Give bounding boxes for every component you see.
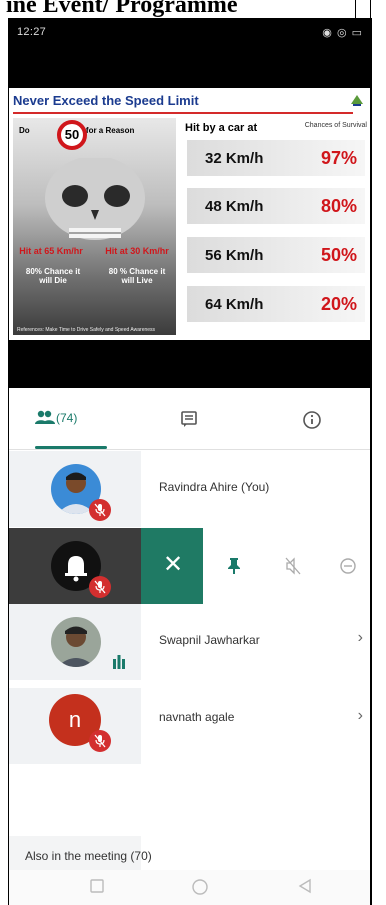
back-icon[interactable] (297, 878, 313, 894)
status-bar: 12:27 ◉ ◎ ▭ (9, 18, 371, 73)
participant-row[interactable]: Swapnil Jawharkar › (9, 604, 371, 680)
document-header-text: ine Event/ Programme (6, 0, 238, 18)
tab-people[interactable]: (74) (9, 388, 130, 450)
muted-badge (89, 576, 111, 598)
speed-value: 48 Km/h (205, 198, 264, 215)
screenshot-frame: ine Event/ Programme 12:27 ◉ ◎ ▭ Never E… (0, 0, 386, 905)
poster-top-left: Do (19, 126, 30, 135)
survival-value: 20% (320, 294, 357, 314)
poster-right-red-text: Hit at 30 Km/hr (105, 246, 169, 256)
tab-chat[interactable] (130, 388, 251, 450)
participant-name: Swapnil Jawharkar (159, 633, 260, 647)
document-rule (370, 0, 371, 905)
active-tab-indicator (35, 446, 107, 449)
close-icon[interactable]: ✕ (163, 550, 183, 579)
survival-value: 80% (320, 196, 357, 216)
speed-value: 64 Km/h (205, 296, 264, 313)
android-nav-bar (9, 870, 371, 905)
slide-title: Never Exceed the Speed Limit (13, 93, 199, 108)
speed-value: 56 Km/h (205, 247, 264, 264)
survival-value: 50% (320, 245, 357, 265)
speed-row: 56 Km/h 50% (187, 237, 365, 273)
mic-off-icon (94, 734, 106, 748)
remove-participant-icon[interactable] (339, 557, 357, 575)
participant-name: navnath agale (159, 710, 235, 724)
mic-off-icon (94, 580, 106, 594)
mic-off-icon (94, 503, 106, 517)
speed-poster: Do for a Reason 50 Hit at 65 Km/hr Hit a… (13, 118, 176, 335)
home-icon[interactable] (191, 878, 209, 896)
slide-title-underline (13, 112, 353, 114)
panel-tabs: (74) (9, 388, 371, 450)
participant-row-actions[interactable]: ✕ (9, 528, 371, 604)
slide-logo-icon (351, 95, 363, 106)
muted-badge (89, 499, 111, 521)
skull-face-image (45, 158, 145, 240)
chat-icon (181, 411, 197, 427)
people-icon (35, 410, 55, 424)
survival-table-header: Chances of Survival (304, 122, 367, 129)
document-header: ine Event/ Programme (0, 0, 386, 18)
speed-row: 48 Km/h 80% (187, 188, 365, 224)
speed-value: 32 Km/h (205, 150, 264, 167)
pin-icon[interactable] (227, 557, 241, 575)
participant-row[interactable]: Ravindra Ahire (You) (9, 451, 371, 527)
speed-table-header: Hit by a car at (185, 122, 258, 134)
speed-row: 64 Km/h 20% (187, 286, 365, 322)
presentation-slide[interactable]: Never Exceed the Speed Limit Do for a Re… (9, 88, 371, 340)
speaking-indicator-icon (113, 655, 125, 669)
also-in-meeting-header[interactable]: Also in the meeting (70) (25, 849, 152, 863)
chevron-right-icon: › (357, 707, 363, 724)
recents-icon[interactable] (89, 878, 105, 894)
participant-name: Ravindra Ahire (You) (159, 480, 270, 494)
phone-screen: 12:27 ◉ ◎ ▭ Never Exceed the Speed Limit… (8, 18, 372, 905)
status-icons: ◉ ◎ ▭ (322, 27, 363, 39)
poster-top-right: for a Reason (85, 126, 135, 135)
info-icon (303, 411, 321, 429)
poster-left-red-text: Hit at 65 Km/hr (19, 246, 83, 256)
document-rule (355, 0, 356, 18)
speed-row: 32 Km/h 97% (187, 140, 365, 176)
people-count: (74) (56, 411, 78, 425)
poster-left-white-text: 80% Chance it will Die (25, 267, 81, 285)
poster-right-white-text: 80 % Chance it will Live (108, 267, 166, 285)
poster-footnote: References: Make Time to Drive Safely an… (17, 327, 156, 333)
avatar (51, 617, 101, 667)
meeting-panel: (74) Ravindra Ahire (You) ✕ Swapnil Jawh… (9, 388, 371, 905)
status-time: 12:27 (17, 26, 47, 38)
chevron-right-icon: › (357, 629, 363, 646)
tab-info[interactable] (252, 388, 371, 450)
speed-limit-sign: 50 (57, 120, 87, 150)
mute-participant-icon[interactable] (285, 557, 301, 575)
participant-row[interactable]: n navnath agale › (9, 688, 371, 764)
survival-value: 97% (320, 148, 357, 168)
muted-badge (89, 730, 111, 752)
